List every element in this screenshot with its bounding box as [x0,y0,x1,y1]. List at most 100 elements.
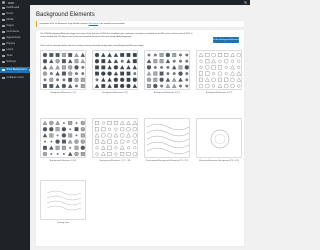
pattern-shape [80,58,85,64]
pattern-shape [230,77,235,82]
pattern-shape [179,53,182,57]
pattern-preview [46,190,82,211]
pattern-shape [132,53,137,57]
pattern-shape [107,121,112,125]
media-icon [2,18,5,22]
example-card[interactable]: Elements Animation Background (P3 + P4) [196,118,242,162]
pattern-shape [205,83,210,89]
pattern-shape [172,59,176,63]
wordpress-logo-icon[interactable] [2,1,5,4]
example-card[interactable]: Background Elements 3 (17) [144,50,190,94]
pattern-shape [95,127,99,132]
pattern-shape [211,65,216,70]
settings-icon [2,60,5,64]
pattern-curve [146,147,189,155]
pattern-shape [199,65,203,69]
pattern-shape [217,53,222,57]
example-thumbnail[interactable] [196,118,242,158]
pattern-shape [153,83,158,89]
pattern-shape [224,59,229,64]
example-thumbnail[interactable] [40,50,86,90]
example-card[interactable]: Background Elements 1 (1) [40,50,86,94]
pattern-shape [55,59,60,64]
plugins-icon [2,42,5,46]
pattern-circle [214,133,226,145]
sidebar-item-svg-background[interactable]: SVG Background [0,67,30,73]
plugin-required-notice: Immediate SVG for Elementor Page Builder… [36,21,244,27]
pattern-shape [132,59,137,64]
pattern-shape [80,152,85,156]
pattern-shape [101,77,106,82]
user-avatar-icon[interactable] [244,1,247,4]
pattern-shape [132,139,137,144]
dashboard-icon [2,6,5,10]
example-thumbnail[interactable] [40,118,86,158]
pattern-shape [68,53,73,57]
pattern-shape [185,53,189,57]
get-background-elements-button[interactable]: Get the Background Elements [212,37,240,43]
example-card[interactable]: Coming soon [40,180,86,224]
sidebar-item-collapse-menu[interactable]: Collapse menu [0,75,30,81]
example-thumbnail[interactable] [40,180,86,220]
pattern-shape [120,83,125,89]
example-card[interactable]: Background Elements 5 (18) [40,118,86,162]
pattern-shape [126,58,131,64]
pattern-shape [80,120,85,126]
pattern-shape [236,52,241,58]
pattern-shape [120,59,124,63]
site-name-link[interactable] [8,1,14,4]
pattern-shape [80,127,85,132]
pattern-shape [42,71,48,76]
example-card[interactable]: Background Elements 2 (3) [92,50,138,94]
pattern-curve [146,135,189,143]
pattern-shape [212,72,216,76]
pattern-shape [120,53,125,57]
pattern-shape [49,58,54,64]
pattern-shape [107,152,112,156]
example-card[interactable]: Pre-animated Background Elements (P1 + P… [144,118,190,162]
pattern-shape [113,71,119,76]
pattern-shape [101,133,106,138]
example-card[interactable]: Background Elements 7 (17 + 18) [92,118,138,162]
pattern-shape [113,77,119,82]
pattern-shape [101,59,106,64]
pattern-shape [185,84,189,88]
example-thumbnail[interactable] [92,118,138,158]
example-label: Pre-animated Background Elements (P1 + P… [145,160,189,162]
pattern-shape [101,151,106,156]
pattern-shape [95,65,99,70]
pattern-shape [133,72,137,76]
pattern-shape [80,52,85,57]
pattern-shape [236,71,241,76]
pattern-shape [56,153,59,155]
posts-icon [2,12,5,16]
elementor-link[interactable]: Elementor [89,23,98,25]
pattern-shape [61,139,66,144]
pattern-shape [224,65,228,69]
pattern-shape [185,72,189,76]
pattern-shape [107,77,112,82]
pattern-shape [55,120,60,125]
pattern-shape [67,58,73,64]
pattern-shape [160,84,164,88]
example-thumbnail[interactable] [144,50,190,90]
sidebar-item-settings[interactable]: Settings [0,59,30,65]
pattern-shape [42,59,48,64]
pattern-shape [113,121,118,125]
pattern-shape [61,71,66,76]
example-card[interactable]: Background Elements 4 (17) [196,50,242,94]
example-thumbnail[interactable] [92,50,138,90]
pattern-shape [44,140,46,143]
pattern-shape [165,77,171,82]
example-thumbnail[interactable] [196,50,242,90]
pattern-shape [107,133,112,138]
pattern-shape [42,65,48,70]
pattern-shape [107,58,112,64]
pattern-shape [68,121,73,125]
pattern-wave [46,190,82,196]
example-thumbnail[interactable] [144,118,190,158]
pattern-shape [127,146,130,150]
pattern-shape [95,78,99,82]
pattern-shape [159,53,164,57]
pattern-shape [55,53,60,57]
